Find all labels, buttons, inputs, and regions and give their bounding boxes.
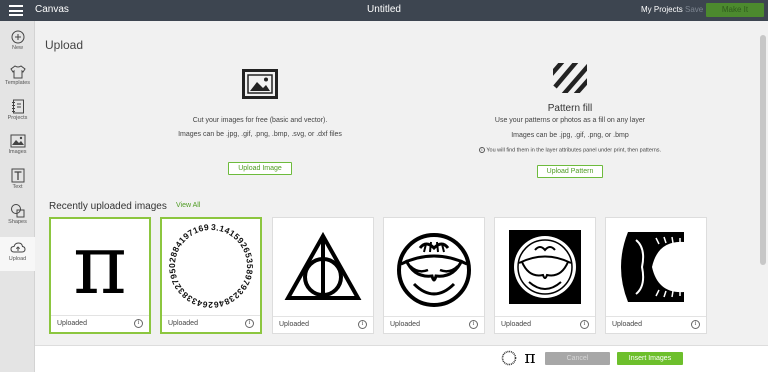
info-icon[interactable]: i: [358, 320, 367, 329]
deathly-hallows-image: [273, 218, 373, 316]
view-all-link[interactable]: View All: [176, 202, 200, 209]
image-frame-icon: [242, 69, 278, 99]
page-title: Upload: [45, 38, 84, 52]
pi-symbol-glyph: π: [73, 218, 127, 313]
sidebar-item-label: Templates: [4, 80, 31, 86]
bottom-action-bar: π Cancel Insert Images: [35, 345, 768, 372]
tile-label: Uploaded: [390, 321, 420, 328]
sidebar-item-label: Text: [12, 184, 23, 190]
sidebar-item-label: Projects: [7, 115, 28, 121]
make-it-button[interactable]: Make It: [706, 3, 764, 17]
tile-label: Uploaded: [168, 320, 198, 327]
sidebar-item-label: Upload: [8, 256, 27, 262]
pattern-description: Use your patterns or photos as a fill on…: [494, 117, 646, 124]
info-icon[interactable]: i: [134, 319, 143, 328]
upload-image-section: Cut your images for free (basic and vect…: [125, 69, 395, 175]
tile-footer: Uploaded i: [495, 316, 595, 333]
pi-digits-circle-image: 3.14159265358979323846264338327950288419…: [159, 211, 260, 317]
cloud-upload-icon: [9, 242, 26, 253]
uploaded-image-tile[interactable]: π Uploaded i: [49, 217, 151, 334]
shapes-icon: [10, 204, 24, 218]
info-circle-icon: i: [478, 147, 485, 153]
upload-description: Cut your images for free (basic and vect…: [192, 117, 328, 124]
pi-symbol-image: π: [51, 218, 149, 317]
pattern-fill-section: Pattern fill Use your patterns or photos…: [435, 63, 705, 179]
upload-file-types: Images can be .jpg, .gif, .png, .bmp, .s…: [178, 131, 342, 138]
save-link[interactable]: Save: [685, 5, 703, 14]
tile-label: Uploaded: [279, 321, 309, 328]
ornate-circle-image: [384, 218, 484, 316]
info-icon[interactable]: i: [580, 320, 589, 329]
cancel-button[interactable]: Cancel: [545, 352, 610, 365]
info-icon[interactable]: i: [691, 320, 700, 329]
my-projects-link[interactable]: My Projects: [641, 5, 683, 14]
ornate-square-art: [509, 230, 581, 304]
sidebar-item-label: Images: [8, 149, 27, 155]
pattern-note-text: You will find them in the layer attribut…: [486, 147, 662, 154]
sidebar-item-templates[interactable]: Templates: [0, 61, 35, 95]
uploaded-image-tile[interactable]: Uploaded i: [494, 217, 596, 334]
shirt-icon: [9, 65, 26, 79]
upload-image-button[interactable]: Upload Image: [228, 162, 292, 175]
tile-footer: Uploaded i: [384, 316, 484, 333]
plus-circle-icon: [11, 30, 24, 44]
selected-thumbnail-digits[interactable]: [501, 350, 517, 366]
ornate-c-shape-art: [621, 232, 684, 302]
uploaded-image-tile[interactable]: 3.14159265358979323846264338327950288419…: [159, 211, 262, 334]
sidebar-item-label: New: [11, 45, 23, 51]
scrollbar-thumb[interactable]: [760, 35, 766, 265]
tile-label: Uploaded: [57, 320, 87, 327]
sidebar-item-shapes[interactable]: Shapes: [0, 199, 35, 233]
sidebar-item-upload[interactable]: Upload: [0, 237, 35, 271]
sidebar-item-label: Shapes: [8, 219, 27, 225]
tile-footer: Uploaded i: [606, 316, 706, 333]
pattern-fill-title: Pattern fill: [547, 103, 593, 114]
ornate-square-image: [495, 218, 595, 316]
pi-digits-text: 3.14159265358979323846264338327950288419…: [159, 211, 254, 310]
info-icon[interactable]: i: [469, 320, 478, 329]
uploaded-image-tile[interactable]: Uploaded i: [605, 217, 707, 334]
sidebar-item-images[interactable]: Images: [0, 130, 35, 164]
ornate-circle-art: [397, 233, 471, 307]
striped-square-icon: [553, 63, 587, 93]
pi-digits-circle-art: 3.14159265358979323846264338327950288419…: [159, 211, 255, 310]
pattern-file-types: Images can be .jpg, .gif, .png, or .bmp: [511, 132, 629, 139]
sidebar-item-projects[interactable]: Projects: [0, 95, 35, 129]
notebook-icon: [11, 99, 24, 114]
sidebar-item-text[interactable]: Text: [0, 164, 35, 198]
tile-footer: Uploaded i: [273, 316, 373, 333]
deathly-hallows-art: [284, 231, 362, 300]
upload-pattern-button[interactable]: Upload Pattern: [536, 165, 604, 179]
top-bar: Canvas Untitled My Projects Save Make It: [0, 0, 768, 21]
left-sidebar: New Templates Projects Images Text Shape…: [0, 21, 35, 372]
pattern-note: i You will find them in the layer attrib…: [435, 147, 705, 153]
vertical-scrollbar[interactable]: [758, 21, 768, 345]
info-icon[interactable]: i: [245, 319, 254, 328]
uploaded-image-tile[interactable]: Uploaded i: [272, 217, 374, 334]
tile-footer: Uploaded i: [51, 315, 149, 332]
insert-images-button[interactable]: Insert Images: [617, 352, 683, 365]
recent-uploads-title: Recently uploaded images: [49, 201, 167, 212]
tile-label: Uploaded: [501, 321, 531, 328]
svg-text:3.1415926535897932384626433832: 3.14159265358979323846264338327950288419…: [162, 219, 255, 310]
image-icon: [10, 134, 25, 148]
ornate-c-shape-image: [606, 218, 706, 316]
text-icon: [11, 168, 24, 183]
tile-label: Uploaded: [612, 321, 642, 328]
selected-thumbnail-pi[interactable]: π: [523, 350, 537, 367]
sidebar-item-new[interactable]: New: [0, 26, 35, 60]
tile-footer: Uploaded i: [162, 315, 260, 332]
uploaded-image-tile[interactable]: Uploaded i: [383, 217, 485, 334]
upload-panel: Upload Cut your images for free (basic a…: [35, 21, 758, 345]
